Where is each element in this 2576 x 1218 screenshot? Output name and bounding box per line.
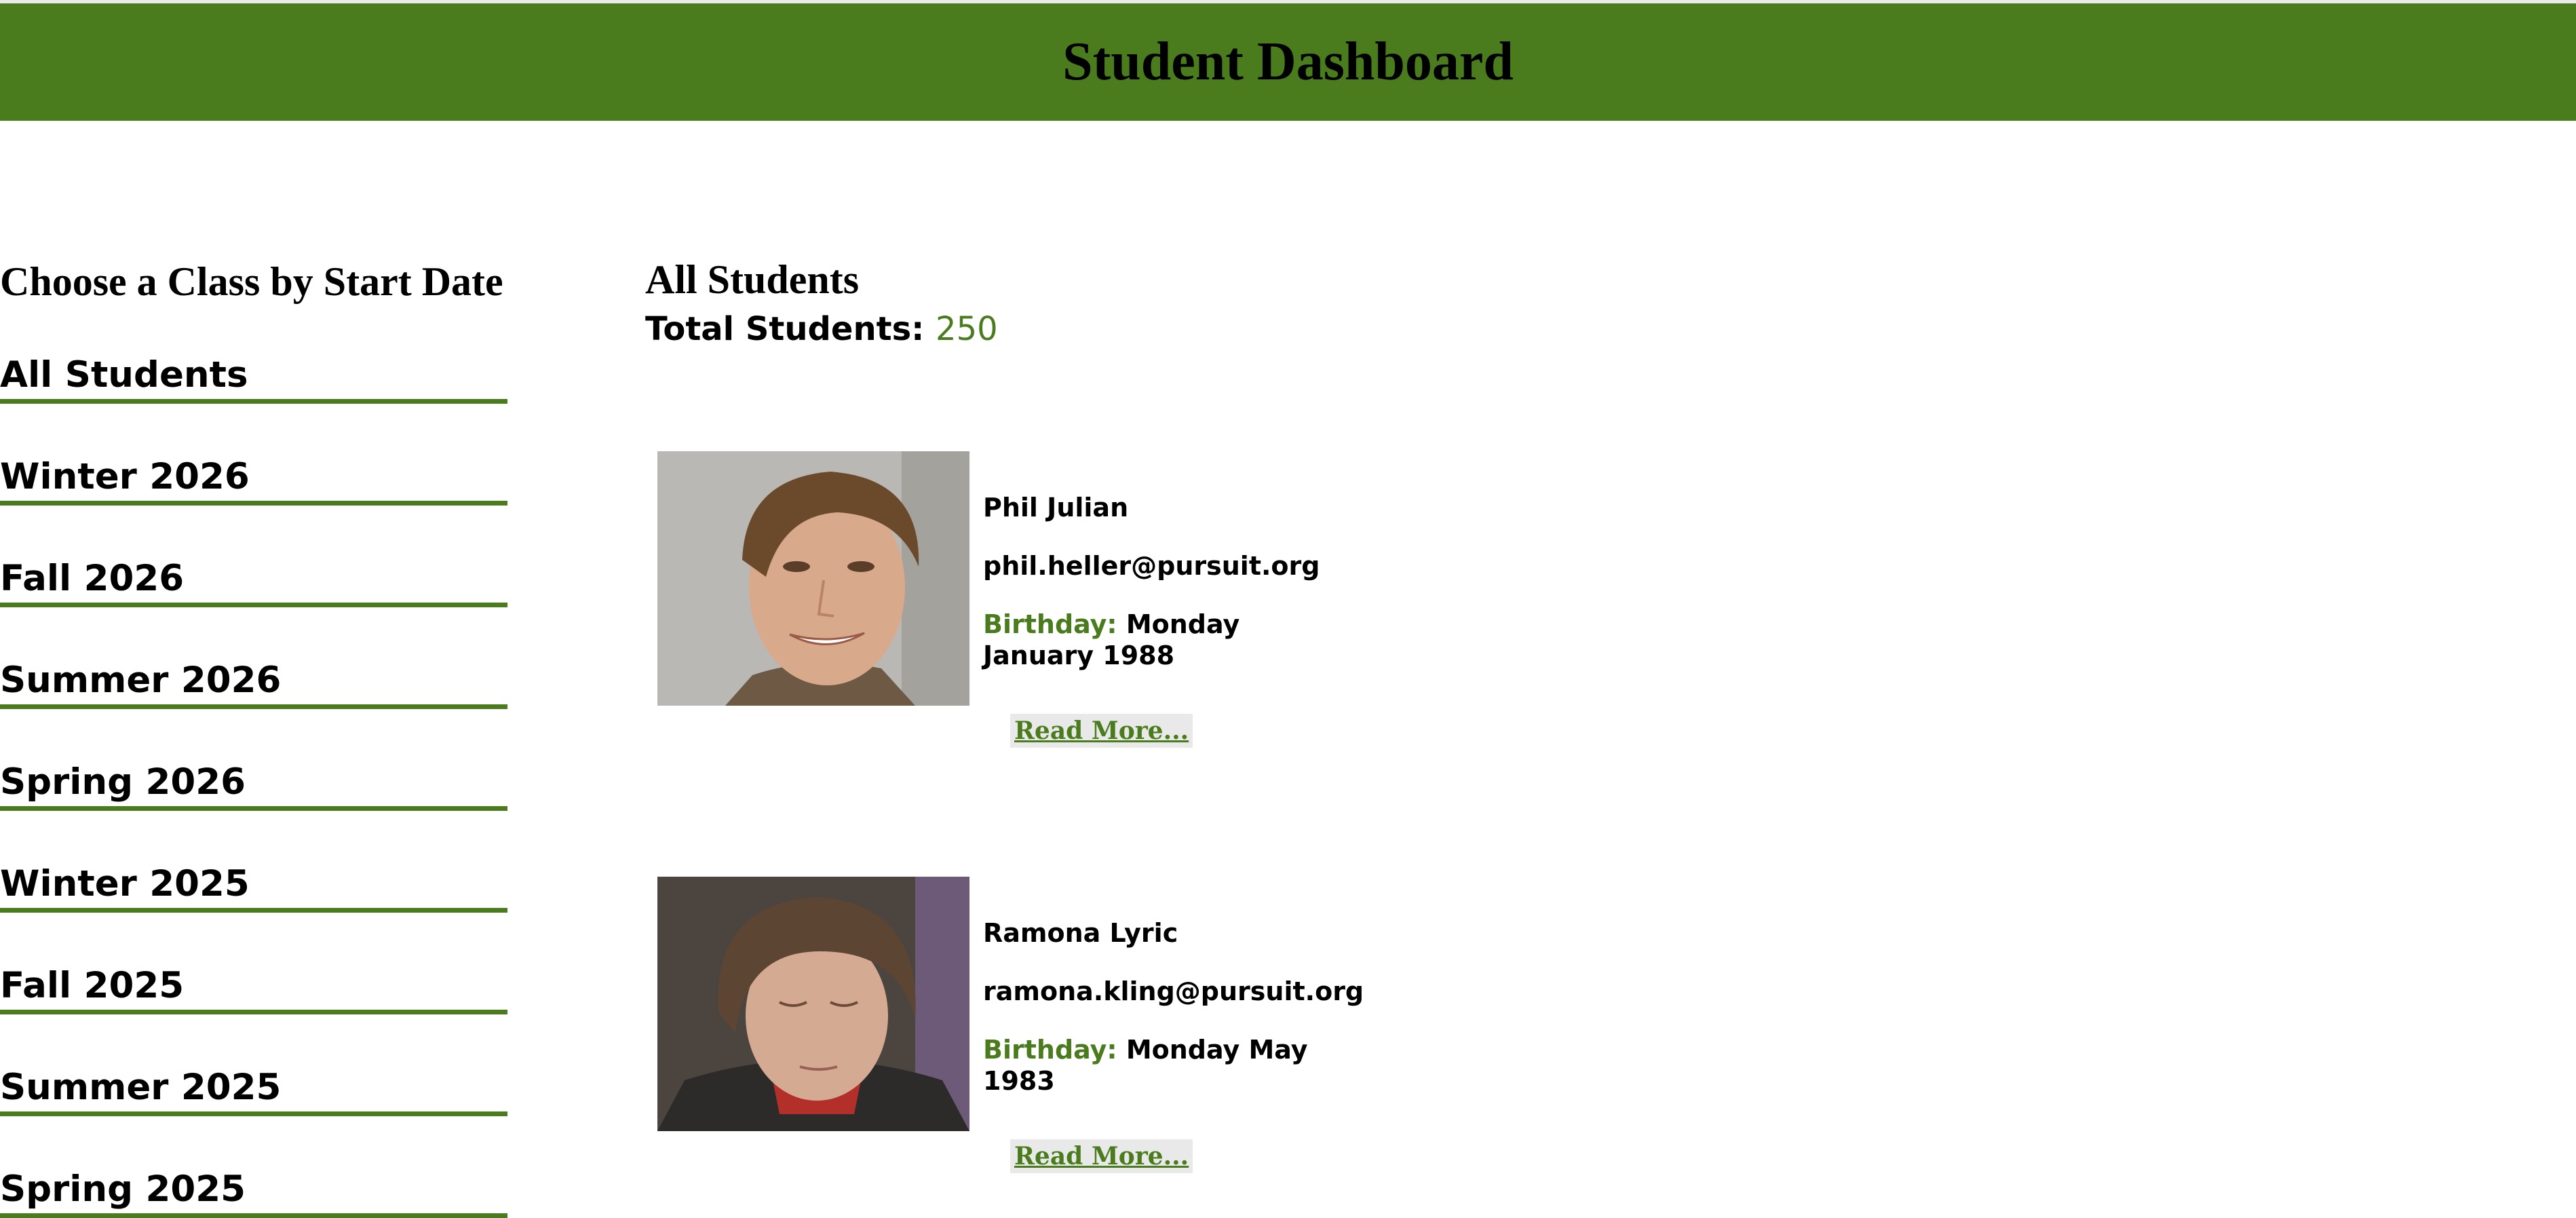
class-item-summer-2026[interactable]: Summer 2026 <box>0 657 507 709</box>
student-birthday: Birthday: Monday May 1983 <box>983 1034 1336 1097</box>
total-label: Total Students: <box>645 310 925 348</box>
app-header: Student Dashboard <box>0 3 2576 121</box>
student-name: Ramona Lyric <box>983 918 1178 948</box>
class-item-all-students[interactable]: All Students <box>0 351 507 404</box>
read-more-button[interactable]: Read More... <box>1010 714 1193 748</box>
student-email: ramona.kling@pursuit.org <box>983 976 1364 1006</box>
class-item-winter-2025[interactable]: Winter 2025 <box>0 860 507 913</box>
page-title: Student Dashboard <box>1062 32 1514 92</box>
class-item-fall-2026[interactable]: Fall 2026 <box>0 555 507 607</box>
class-item-spring-2026[interactable]: Spring 2026 <box>0 759 507 811</box>
student-info: Phil Julian phil.heller@pursuit.org Birt… <box>983 492 1336 698</box>
class-sidebar: Choose a Class by Start Date All Student… <box>0 251 509 1218</box>
birthday-label: Birthday: <box>983 1035 1117 1065</box>
class-item-spring-2025[interactable]: Spring 2025 <box>0 1166 507 1218</box>
student-email: phil.heller@pursuit.org <box>983 551 1320 581</box>
sidebar-heading: Choose a Class by Start Date <box>0 259 503 304</box>
total-count: 250 <box>936 310 998 348</box>
student-list-panel: All Students Total Students: 250 Phil Ju… <box>645 251 1364 1173</box>
class-item-fall-2025[interactable]: Fall 2025 <box>0 962 507 1014</box>
student-info: Ramona Lyric ramona.kling@pursuit.org Bi… <box>983 917 1364 1124</box>
student-photo <box>657 451 969 706</box>
student-name: Phil Julian <box>983 493 1129 522</box>
total-students: Total Students: 250 <box>645 309 998 349</box>
class-item-winter-2026[interactable]: Winter 2026 <box>0 453 507 506</box>
student-photo <box>657 877 969 1131</box>
read-more-button[interactable]: Read More... <box>1010 1139 1193 1173</box>
class-item-summer-2025[interactable]: Summer 2025 <box>0 1064 507 1116</box>
student-birthday: Birthday: Monday January 1988 <box>983 609 1336 671</box>
section-title: All Students <box>645 257 860 302</box>
birthday-label: Birthday: <box>983 609 1117 639</box>
